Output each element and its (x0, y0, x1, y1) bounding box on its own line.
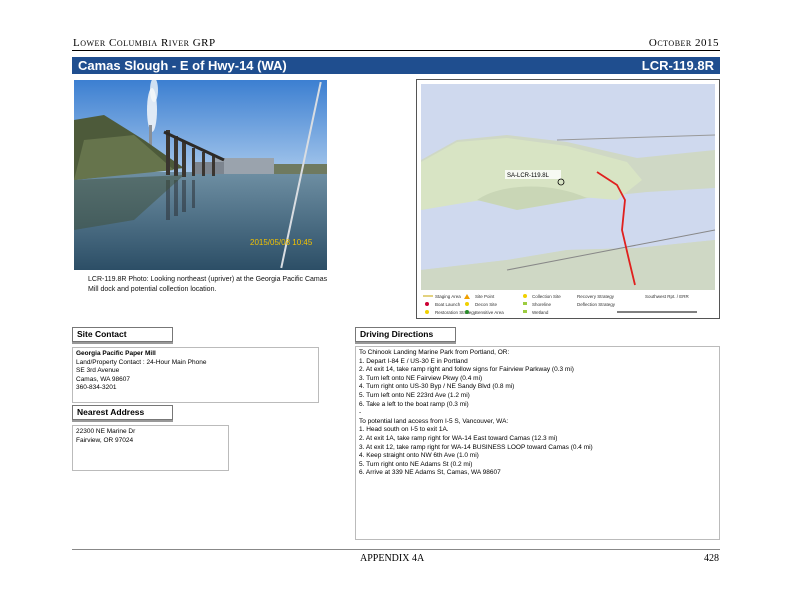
driving-directions-heading: Driving Directions (355, 327, 456, 344)
header-right: October 2015 (648, 37, 719, 49)
header-rule (72, 50, 720, 51)
contact-org: Georgia Pacific Paper Mill (76, 350, 156, 357)
driving-directions-box: To Chinook Landing Marine Park from Port… (355, 346, 720, 540)
site-code: LCR-119.8R (641, 58, 714, 73)
direction-line: 3. At exit 12, take ramp right for WA-14… (359, 443, 593, 451)
direction-line: 1. Head south on I-5 to exit 1A. (359, 426, 449, 434)
svg-text:Recovery Strategy: Recovery Strategy (577, 294, 615, 299)
direction-line: To Chinook Landing Marine Park from Port… (359, 349, 510, 356)
site-contact-box: Georgia Pacific Paper Mill Land/Property… (72, 347, 319, 403)
nearest-address-heading: Nearest Address (72, 405, 173, 422)
direction-line: 6. Arrive at 339 NE Adams St, Camas, WA … (359, 469, 501, 477)
nearest-address-box: 22300 NE Marine Dr Fairview, OR 97024 (72, 425, 229, 471)
site-photo: 2015/05/08 10:45 (74, 80, 327, 270)
direction-line: 5. Turn left onto NE 223rd Ave (1.2 mi) (359, 391, 470, 399)
svg-text:Collection Site: Collection Site (532, 294, 561, 299)
address-line: Fairview, OR 97024 (76, 436, 134, 444)
address-line: 22300 NE Marine Dr (76, 428, 136, 435)
contact-line: SE 3rd Avenue (76, 367, 120, 375)
photo-timestamp: 2015/05/08 10:45 (250, 238, 313, 247)
footer-rule (72, 549, 720, 550)
map-site-label: SA-LCR-119.8L (507, 173, 550, 179)
svg-text:Boat Launch: Boat Launch (435, 302, 461, 307)
contact-line: Land/Property Contact : 24-Hour Main Pho… (76, 358, 207, 366)
direction-line: To potential land access from I-5 S, Van… (359, 417, 509, 425)
direction-line: 2. At exit 14, take ramp right and follo… (359, 366, 574, 374)
svg-text:Wetland: Wetland (532, 310, 549, 315)
page-number: 428 (704, 553, 719, 564)
site-map: SA-LCR-119.8L Staging Area Boat Launch R… (416, 79, 720, 319)
contact-line: Camas, WA 98607 (76, 375, 130, 383)
direction-line: 1. Depart I-84 E / US-30 E in Portland (359, 357, 468, 365)
footer-appendix: APPENDIX 4A (360, 553, 425, 564)
title-bar: Camas Slough - E of Hwy-14 (WA) LCR-119.… (72, 57, 720, 74)
direction-line: 3. Turn left onto NE Fairview Pkwy (0.4 … (359, 374, 483, 382)
contact-phone: 360-834-3201 (76, 384, 117, 392)
svg-text:Restoration Strategy: Restoration Strategy (435, 310, 477, 315)
header-left: Lower Columbia River GRP (73, 37, 216, 49)
svg-text:Deflection Strategy: Deflection Strategy (577, 302, 616, 307)
direction-line: 6. Take a left to the boat ramp (0.3 mi) (359, 400, 469, 408)
direction-line: 5. Turn right onto NE Adams St (0.2 mi) (359, 460, 473, 468)
svg-text:Decon Site: Decon Site (475, 302, 498, 307)
direction-line: - (359, 409, 362, 417)
svg-text:Staging Area: Staging Area (435, 294, 461, 299)
direction-line: 2. At exit 1A, take ramp right for WA-14… (359, 434, 558, 442)
svg-text:Shoreline: Shoreline (532, 302, 552, 307)
svg-text:Sensitive Area: Sensitive Area (475, 310, 504, 315)
site-name: Camas Slough - E of Hwy-14 (WA) (78, 58, 287, 73)
site-contact-heading: Site Contact (72, 327, 173, 344)
svg-text:Site Point: Site Point (475, 294, 495, 299)
direction-line: 4. Keep straight onto NW 6th Ave (1.0 mi… (359, 452, 479, 460)
map-source: Southwest Rpt. / ERR (645, 294, 690, 299)
photo-caption: LCR-119.8R Photo: Looking northeast (upr… (88, 276, 328, 293)
direction-line: 4. Turn right onto US-30 Byp / NE Sandy … (359, 383, 515, 391)
